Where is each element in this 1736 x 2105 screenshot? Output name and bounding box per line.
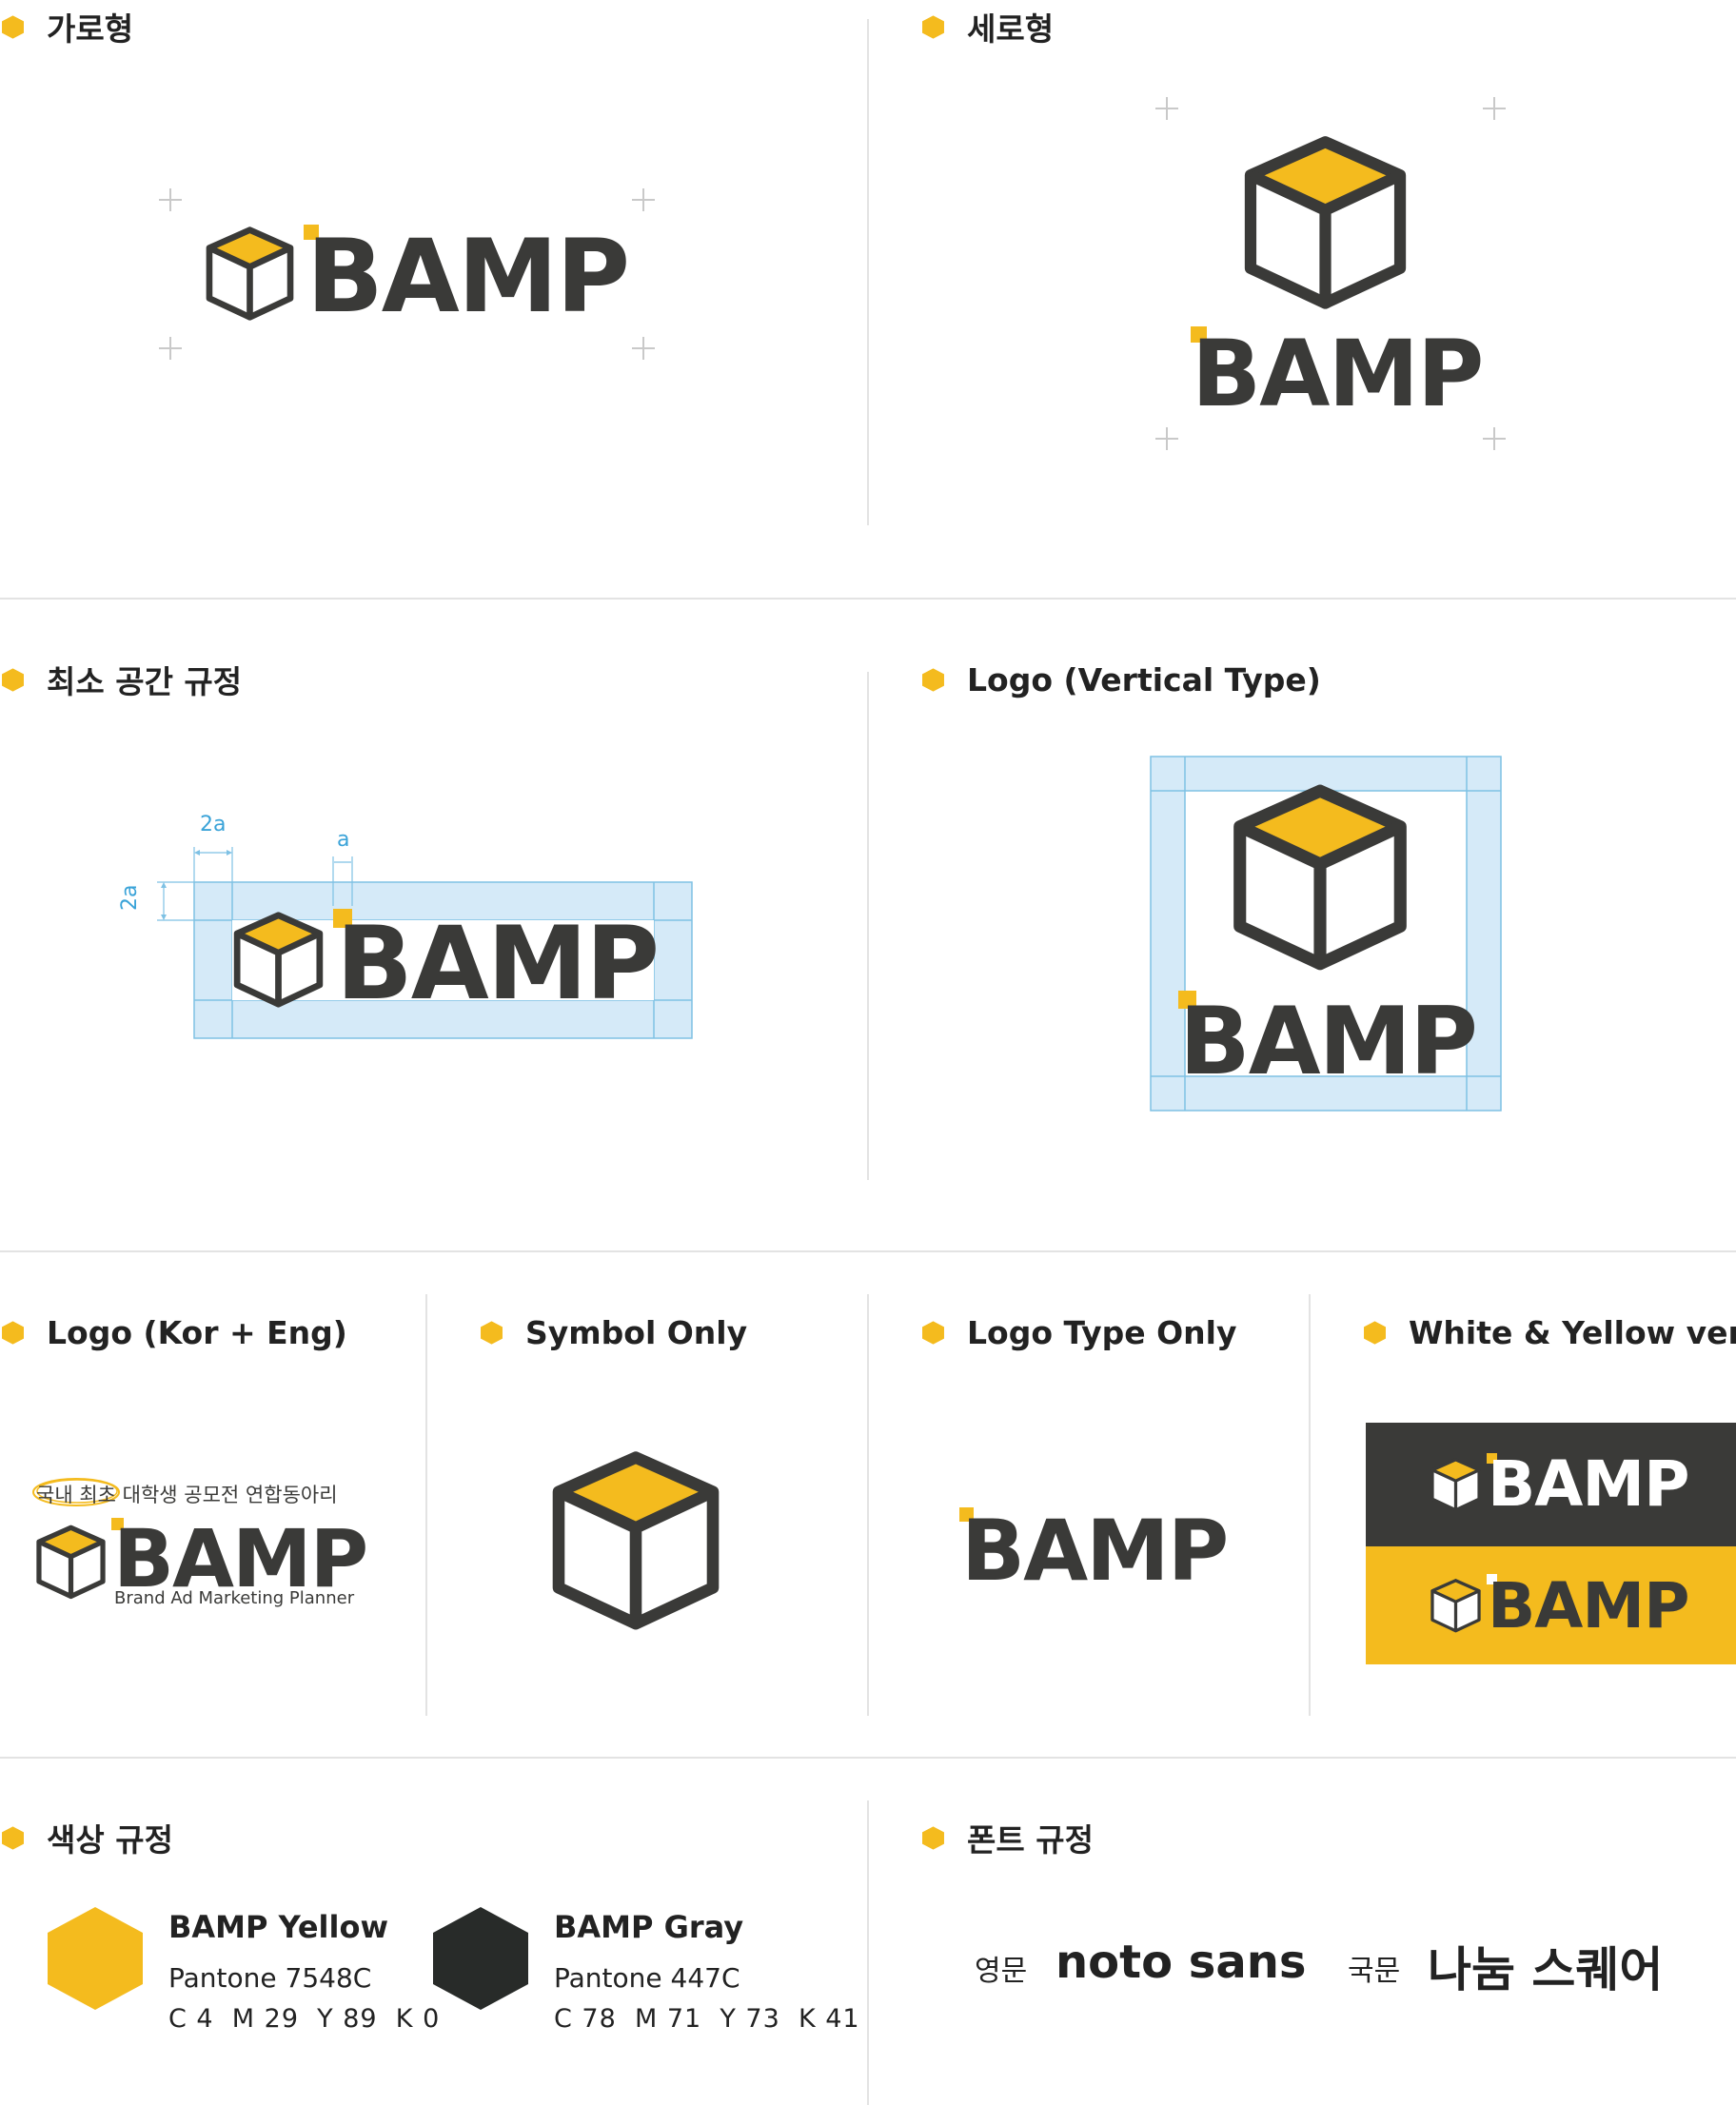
wordmark: BAMP: [336, 905, 660, 1022]
hexagon-bullet-icon: [1362, 1320, 1388, 1346]
color-name: BAMP Yellow: [168, 1909, 389, 1945]
section-header-vertical: 세로형: [920, 8, 1054, 48]
section-title: 세로형: [967, 10, 1055, 48]
font-label: 국문: [1348, 1955, 1401, 1988]
font-sample: 나눔 스퀘어: [1428, 1942, 1664, 1997]
section-title: Logo (Vertical Type): [967, 660, 1321, 698]
section-title: White & Yellow ver: [1409, 1313, 1736, 1351]
row-divider: [0, 1250, 1736, 1252]
font-label: 영문: [975, 1955, 1028, 1988]
cmyk-value: C 78 M 71 Y 73 K 41: [554, 2004, 860, 2034]
section-header-logo-type-only: Logo Type Only: [920, 1313, 1236, 1351]
tagline-highlight: 국내 최초: [36, 1484, 116, 1506]
section-header-color-rules: 색상 규정: [0, 1819, 173, 1859]
cube-symbol-icon: [1430, 1456, 1482, 1513]
column-divider: [425, 1294, 427, 1716]
dark-background-logo: BAMP: [1366, 1423, 1736, 1546]
section-title: Symbol Only: [525, 1313, 748, 1351]
cube-symbol-icon: [550, 1446, 721, 1634]
column-divider: [1309, 1294, 1311, 1716]
wordmark: BAMP: [961, 1502, 1229, 1600]
cube-symbol-icon: [1231, 778, 1410, 974]
hexagon-bullet-icon: [0, 14, 26, 40]
wordmark: BAMP: [1179, 988, 1478, 1096]
wordmark: BAMP: [113, 1512, 368, 1605]
section-header-logo-vertical-type: Logo (Vertical Type): [920, 660, 1321, 698]
section-header-min-space: 최소 공간 규정: [0, 660, 242, 700]
hexagon-bullet-icon: [920, 1320, 946, 1346]
column-divider: [867, 1294, 869, 1716]
wordmark: BAMP: [1488, 1569, 1689, 1643]
crop-mark-icon: [159, 188, 182, 211]
crop-mark-icon: [159, 337, 182, 360]
crop-mark-icon: [632, 337, 655, 360]
hexagon-bullet-icon: [920, 14, 946, 40]
yellow-hexagon-swatch: [48, 1907, 143, 2010]
section-header-white-yellow: White & Yellow ver: [1362, 1313, 1736, 1351]
section-title: 최소 공간 규정: [47, 663, 243, 700]
dimension-label-2a-top: 2a: [200, 813, 227, 836]
cube-symbol-icon: [232, 909, 325, 1010]
wordmark: BAMP: [306, 218, 630, 335]
cube-symbol-icon: [1430, 1577, 1482, 1634]
column-divider: [867, 19, 869, 525]
section-title: 색상 규정: [47, 1821, 173, 1859]
crop-mark-icon: [1155, 97, 1178, 120]
column-divider: [867, 672, 869, 1180]
section-header-font-rules: 폰트 규정: [920, 1819, 1094, 1859]
pantone-value: Pantone 447C: [554, 1962, 740, 1994]
pantone-value: Pantone 7548C: [168, 1962, 372, 1994]
dimension-label-2a-side: 2a: [118, 884, 142, 911]
hexagon-bullet-icon: [920, 667, 946, 693]
color-name: BAMP Gray: [554, 1909, 744, 1945]
row-divider: [0, 598, 1736, 600]
hexagon-bullet-icon: [0, 1320, 26, 1346]
section-title: 가로형: [47, 10, 134, 48]
tagline: 국내 최초 대학생 공모전 연합동아리: [36, 1480, 338, 1508]
section-header-symbol-only: Symbol Only: [479, 1313, 747, 1351]
tagline-rest: 대학생 공모전 연합동아리: [122, 1484, 338, 1506]
column-divider: [867, 1800, 869, 2105]
wordmark: BAMP: [1488, 1447, 1689, 1521]
section-title: Logo Type Only: [967, 1313, 1237, 1351]
crop-mark-icon: [1483, 97, 1506, 120]
gray-hexagon-swatch: [433, 1907, 528, 2010]
crop-mark-icon: [632, 188, 655, 211]
wordmark: BAMP: [1192, 321, 1484, 427]
yellow-background-logo: BAMP: [1366, 1546, 1736, 1664]
cube-symbol-icon: [1242, 130, 1409, 313]
hexagon-bullet-icon: [920, 1825, 946, 1851]
row-divider: [0, 1757, 1736, 1759]
cube-symbol-icon: [205, 224, 295, 323]
section-header-horizontal: 가로형: [0, 8, 133, 48]
section-title: 폰트 규정: [967, 1821, 1094, 1859]
font-sample: noto sans: [1055, 1936, 1307, 1989]
section-header-logo-kor-eng: Logo (Kor + Eng): [0, 1313, 347, 1351]
hexagon-bullet-icon: [0, 667, 26, 693]
dimension-label-a: a: [337, 828, 350, 852]
crop-mark-icon: [1483, 427, 1506, 450]
subtitle: Brand Ad Marketing Planner: [114, 1588, 355, 1608]
hexagon-bullet-icon: [479, 1320, 504, 1346]
hexagon-bullet-icon: [0, 1825, 26, 1851]
section-title: Logo (Kor + Eng): [47, 1313, 347, 1351]
cmyk-value: C 4 M 29 Y 89 K 0: [168, 2004, 441, 2034]
cube-symbol-icon: [35, 1523, 107, 1601]
crop-mark-icon: [1155, 427, 1178, 450]
